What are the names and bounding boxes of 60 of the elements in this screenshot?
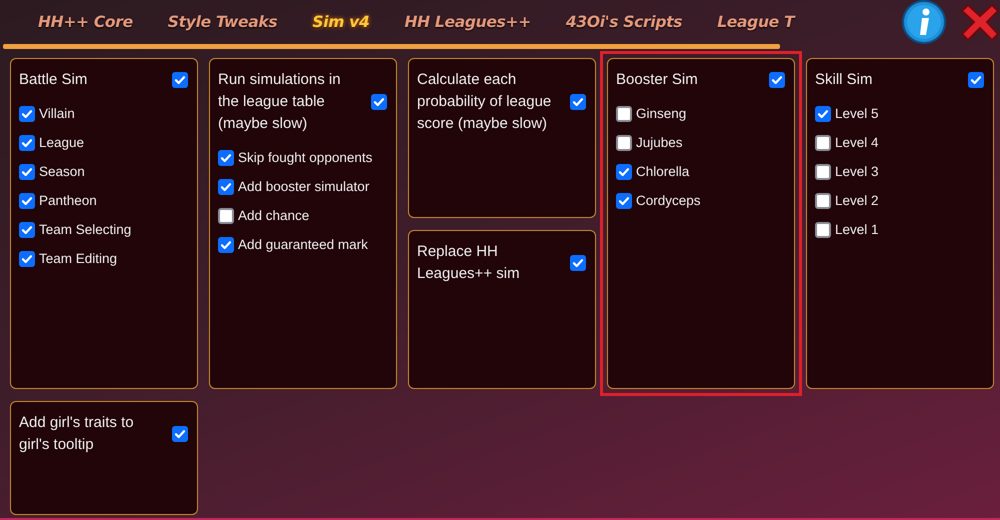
option-label: League — [39, 135, 84, 150]
checkbox[interactable] — [616, 134, 632, 150]
checkbox[interactable] — [815, 134, 831, 150]
option-label: Add guaranteed mark — [238, 237, 368, 252]
info-icon[interactable] — [902, 0, 946, 44]
checkbox[interactable] — [19, 222, 35, 238]
option-label: Add booster simulator — [238, 179, 370, 194]
checkbox[interactable] — [371, 94, 387, 110]
option-label: Skip fought opponents — [238, 150, 372, 165]
option-label: Level 4 — [835, 135, 879, 150]
checkbox[interactable] — [616, 106, 632, 122]
option-label: Level 1 — [835, 222, 879, 237]
option-label: Level 5 — [835, 106, 879, 121]
tab[interactable]: HH Leagues++ — [404, 13, 531, 31]
card-title: Run simulations in the league table (maybe slow) — [218, 70, 342, 134]
tab[interactable]: Style Tweaks — [168, 13, 278, 31]
checkbox[interactable] — [218, 178, 234, 194]
checkbox[interactable] — [570, 94, 586, 110]
checkbox[interactable] — [218, 236, 234, 252]
tab[interactable]: HH++ Core — [38, 13, 133, 31]
option-label: Villain — [39, 106, 75, 121]
checkbox[interactable] — [172, 72, 188, 88]
tab[interactable]: 43Oi's Scripts — [566, 13, 682, 31]
option-label: Cordyceps — [636, 193, 701, 208]
close-icon[interactable] — [960, 2, 1000, 42]
checkbox[interactable] — [19, 192, 35, 208]
checkbox[interactable] — [815, 106, 831, 122]
tab[interactable]: Sim v4 — [312, 13, 370, 31]
option-label: Season — [39, 164, 85, 179]
checkbox[interactable] — [616, 192, 632, 208]
checkbox[interactable] — [19, 164, 35, 180]
checkbox[interactable] — [616, 164, 632, 180]
option-label: Ginseng — [636, 106, 686, 121]
card-title: Battle Sim — [19, 70, 88, 90]
checkbox[interactable] — [218, 208, 234, 224]
checkbox[interactable] — [218, 150, 234, 166]
checkbox[interactable] — [815, 222, 831, 238]
card-title: Calculate each probability of league score (maybe slow) — [417, 70, 552, 134]
option-label: Level 3 — [835, 164, 879, 179]
card-title: Booster Sim — [616, 70, 699, 90]
checkbox[interactable] — [815, 192, 831, 208]
checkbox[interactable] — [570, 254, 586, 270]
card-title: Replace HH Leagues++ sim — [417, 242, 521, 284]
option-label: Chlorella — [636, 164, 690, 179]
option-label: Pantheon — [39, 193, 97, 208]
checkbox[interactable] — [968, 72, 984, 88]
option-label: Team Selecting — [39, 222, 132, 237]
option-label: Add chance — [238, 208, 310, 223]
option-label: Team Editing — [39, 251, 118, 266]
checkbox[interactable] — [19, 106, 35, 122]
option-label: Level 2 — [835, 193, 879, 208]
checkbox[interactable] — [769, 72, 785, 88]
card-title: Skill Sim — [815, 70, 874, 90]
option-label: Jujubes — [636, 135, 683, 150]
checkbox[interactable] — [19, 250, 35, 266]
tab[interactable]: League T — [717, 13, 794, 31]
checkbox[interactable] — [815, 164, 831, 180]
card-title: Add girl's traits to girl's tooltip — [19, 413, 135, 455]
checkbox[interactable] — [19, 134, 35, 150]
checkbox[interactable] — [172, 426, 188, 442]
